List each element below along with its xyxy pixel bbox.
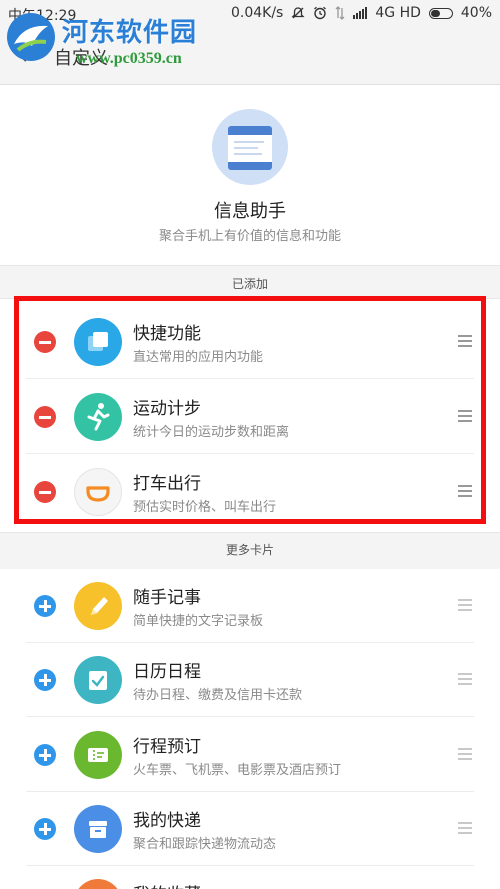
added-item-shortcuts[interactable]: 快捷功能 直达常用的应用内功能	[0, 305, 500, 379]
remove-button[interactable]	[34, 406, 56, 428]
data-transfer-icon	[335, 6, 345, 20]
shortcut-icon	[74, 318, 122, 366]
info-assistant-icon	[212, 109, 288, 185]
item-name: 我的收藏	[133, 880, 201, 889]
chevron-left-icon[interactable]	[14, 42, 30, 70]
item-desc: 预估实时价格、叫车出行	[133, 500, 277, 515]
section-header-added: 已添加	[0, 266, 500, 299]
add-button[interactable]	[34, 669, 56, 691]
item-desc: 直达常用的应用内功能	[133, 350, 264, 365]
item-name: 快捷功能	[133, 324, 201, 344]
item-name: 我的快递	[133, 811, 201, 831]
package-icon	[74, 805, 122, 853]
drag-handle-icon[interactable]	[458, 599, 472, 611]
drag-handle-icon[interactable]	[458, 410, 472, 422]
add-button[interactable]	[34, 744, 56, 766]
pencil-icon	[74, 582, 122, 630]
mute-icon	[291, 6, 305, 20]
hero-section: 信息助手 聚合手机上有价值的信息和功能	[0, 85, 500, 266]
added-item-taxi[interactable]: 打车出行 预估实时价格、叫车出行	[0, 455, 500, 529]
hero-title: 信息助手	[214, 201, 286, 222]
item-name: 行程预订	[133, 737, 201, 757]
ticket-icon	[74, 731, 122, 779]
drag-handle-icon[interactable]	[458, 335, 472, 347]
item-name: 日历日程	[133, 662, 201, 682]
item-desc: 聚合和跟踪快递物流动态	[133, 837, 277, 852]
calendar-icon	[74, 656, 122, 704]
page-title: 自定义	[54, 48, 108, 69]
running-icon	[74, 393, 122, 441]
status-time: 中午12:29	[8, 8, 77, 24]
more-item-favorites[interactable]: 我的收藏	[0, 866, 500, 889]
drag-handle-icon[interactable]	[458, 673, 472, 685]
network-speed: 0.04K/s	[230, 5, 284, 21]
item-desc: 简单快捷的文字记录板	[133, 614, 264, 629]
alarm-icon	[313, 6, 327, 20]
drag-handle-icon[interactable]	[458, 822, 472, 834]
status-bar: 中午12:29 0.04K/s 4G HD 40%	[0, 0, 500, 28]
item-name: 随手记事	[133, 588, 201, 608]
section-header-more: 更多卡片	[0, 532, 500, 570]
remove-button[interactable]	[34, 331, 56, 353]
signal-icon	[353, 7, 368, 19]
app-header: 自定义	[0, 28, 500, 85]
network-type: 4G HD	[375, 5, 421, 21]
more-item-calendar[interactable]: 日历日程 待办日程、缴费及信用卡还款	[0, 643, 500, 717]
drag-handle-icon[interactable]	[458, 748, 472, 760]
more-item-express[interactable]: 我的快递 聚合和跟踪快递物流动态	[0, 792, 500, 866]
battery-icon	[428, 7, 453, 19]
item-desc: 火车票、飞机票、电影票及酒店预订	[133, 763, 342, 778]
didi-icon	[74, 468, 122, 516]
remove-button[interactable]	[34, 481, 56, 503]
item-name: 打车出行	[133, 474, 201, 494]
hero-subtitle: 聚合手机上有价值的信息和功能	[158, 229, 341, 244]
added-item-steps[interactable]: 运动计步 统计今日的运动步数和距离	[0, 380, 500, 454]
more-item-notes[interactable]: 随手记事 简单快捷的文字记录板	[0, 569, 500, 643]
item-desc: 统计今日的运动步数和距离	[133, 425, 290, 440]
battery-level: 40%	[460, 5, 492, 21]
drag-handle-icon[interactable]	[458, 485, 472, 497]
more-item-booking[interactable]: 行程预订 火车票、飞机票、电影票及酒店预订	[0, 718, 500, 792]
add-button[interactable]	[34, 818, 56, 840]
item-desc: 待办日程、缴费及信用卡还款	[133, 688, 303, 703]
add-button[interactable]	[34, 595, 56, 617]
favorite-icon	[74, 879, 122, 889]
item-name: 运动计步	[133, 399, 201, 419]
